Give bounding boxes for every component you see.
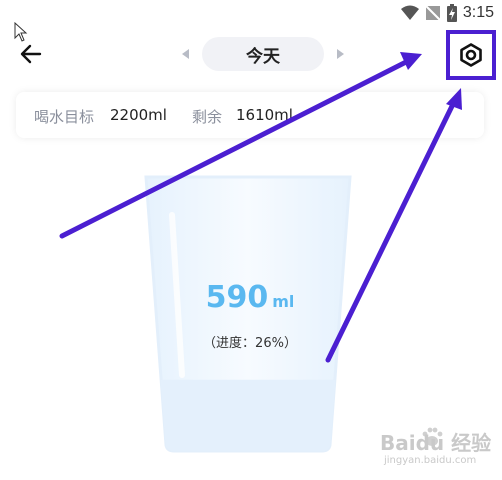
date-navigator: 今天 xyxy=(178,37,348,71)
water-amount: 590 ml xyxy=(150,280,350,315)
goal-card: 喝水目标 2200ml 剩余 1610ml xyxy=(16,92,484,138)
battery-charging-icon xyxy=(446,4,457,22)
previous-day-icon[interactable] xyxy=(180,48,190,60)
gear-icon xyxy=(460,43,482,67)
wifi-icon xyxy=(400,5,419,20)
back-arrow-icon[interactable] xyxy=(18,42,44,66)
signal-off-icon xyxy=(425,5,441,21)
water-fill xyxy=(160,379,336,451)
water-amount-unit: ml xyxy=(272,292,295,311)
status-bar: 3:15 xyxy=(0,0,502,28)
watermark-text: Baidu 经验 xyxy=(380,431,492,455)
water-cup[interactable] xyxy=(142,175,354,455)
status-time: 3:15 xyxy=(462,4,494,21)
remaining-label: 剩余 xyxy=(192,108,223,126)
remaining-value: 1610ml xyxy=(236,106,293,124)
goal-value: 2200ml xyxy=(110,106,167,124)
water-amount-number: 590 xyxy=(205,280,269,315)
mouse-cursor-icon xyxy=(14,22,28,42)
status-icons: 3:15 xyxy=(400,4,494,22)
goal-label: 喝水目标 xyxy=(34,108,95,126)
next-day-icon[interactable] xyxy=(336,48,346,60)
date-label[interactable]: 今天 xyxy=(202,37,324,71)
settings-button[interactable] xyxy=(446,30,496,80)
watermark-sub: jingyan.baidu.com xyxy=(384,455,477,466)
baidu-watermark: Baidu 经验 jingyan.baidu.com xyxy=(380,425,498,471)
progress-text: （进度：26%） xyxy=(203,336,297,351)
